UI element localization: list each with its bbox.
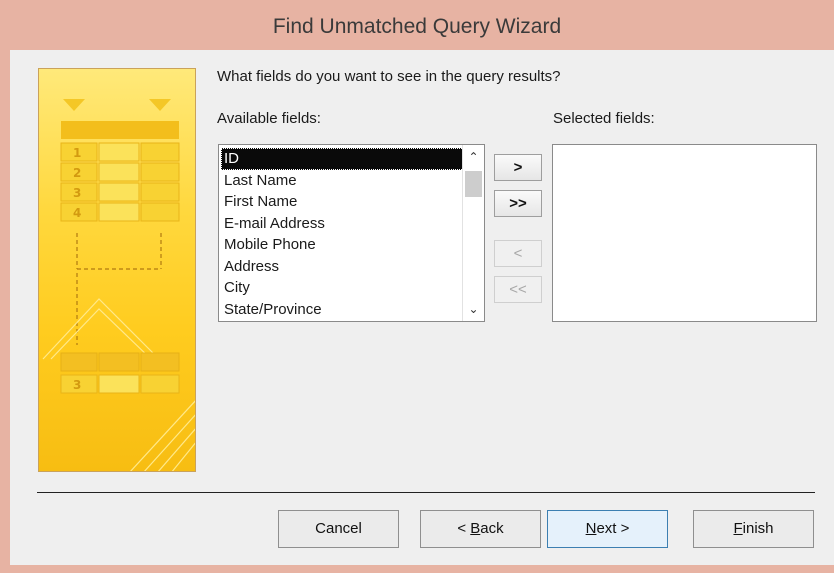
list-item[interactable]: City bbox=[221, 277, 464, 299]
remove-field-button[interactable]: < bbox=[494, 240, 542, 267]
row-number-1: 1 bbox=[73, 146, 81, 160]
add-all-fields-button[interactable]: >> bbox=[494, 190, 542, 217]
row-number-4: 4 bbox=[73, 206, 81, 220]
next-label-mnemonic: N bbox=[585, 520, 597, 537]
list-item[interactable]: ID bbox=[221, 148, 464, 170]
scroll-down-arrow-icon[interactable]: ⌄ bbox=[463, 299, 484, 319]
list-item[interactable]: E-mail Address bbox=[221, 213, 464, 235]
result-row-number: 3 bbox=[73, 378, 81, 392]
selected-fields-listbox[interactable] bbox=[552, 144, 817, 322]
back-button[interactable]: < Back bbox=[420, 510, 541, 548]
selected-fields-label: Selected fields: bbox=[553, 110, 655, 127]
remove-all-fields-button[interactable]: << bbox=[494, 276, 542, 303]
finish-label-rest: inish bbox=[742, 520, 774, 537]
table-join-illustration: 1 2 3 4 3 bbox=[42, 99, 195, 471]
vertical-scrollbar[interactable]: ⌃ ⌄ bbox=[462, 145, 484, 321]
next-button[interactable]: Next > bbox=[547, 510, 668, 548]
list-item[interactable]: First Name bbox=[221, 191, 464, 213]
cancel-button[interactable]: Cancel bbox=[278, 510, 399, 548]
available-fields-listbox[interactable]: ID Last Name First Name E-mail Address M… bbox=[218, 144, 485, 322]
available-fields-items: ID Last Name First Name E-mail Address M… bbox=[221, 148, 464, 320]
back-label-prefix: < bbox=[457, 520, 471, 537]
footer-divider bbox=[37, 492, 815, 493]
back-label-rest: ack bbox=[480, 520, 504, 537]
title-bar: Find Unmatched Query Wizard bbox=[272, 15, 562, 38]
add-field-button[interactable]: > bbox=[494, 154, 542, 181]
row-number-3: 3 bbox=[73, 186, 81, 200]
list-item[interactable]: Address bbox=[221, 256, 464, 278]
wizard-question: What fields do you want to see in the qu… bbox=[217, 68, 561, 85]
wizard-illustration: 1 2 3 4 3 bbox=[38, 68, 196, 472]
next-label-rest: ext > bbox=[596, 520, 630, 537]
list-item[interactable]: Last Name bbox=[221, 170, 464, 192]
finish-button[interactable]: Finish bbox=[693, 510, 814, 548]
cancel-label: Cancel bbox=[315, 520, 362, 537]
finish-label-mnemonic: F bbox=[733, 520, 743, 537]
scroll-thumb[interactable] bbox=[465, 171, 482, 197]
wizard-client-area: 1 2 3 4 3 What fields do you want to see… bbox=[10, 50, 834, 565]
list-item[interactable]: State/Province bbox=[221, 299, 464, 321]
scroll-up-arrow-icon[interactable]: ⌃ bbox=[463, 147, 484, 167]
wizard-window: Find Unmatched Query Wizard 1 2 3 4 3 Wh… bbox=[0, 0, 834, 573]
back-label-mnemonic: B bbox=[470, 520, 481, 537]
available-fields-label: Available fields: bbox=[217, 110, 321, 127]
list-item[interactable]: Mobile Phone bbox=[221, 234, 464, 256]
row-number-2: 2 bbox=[73, 166, 81, 180]
